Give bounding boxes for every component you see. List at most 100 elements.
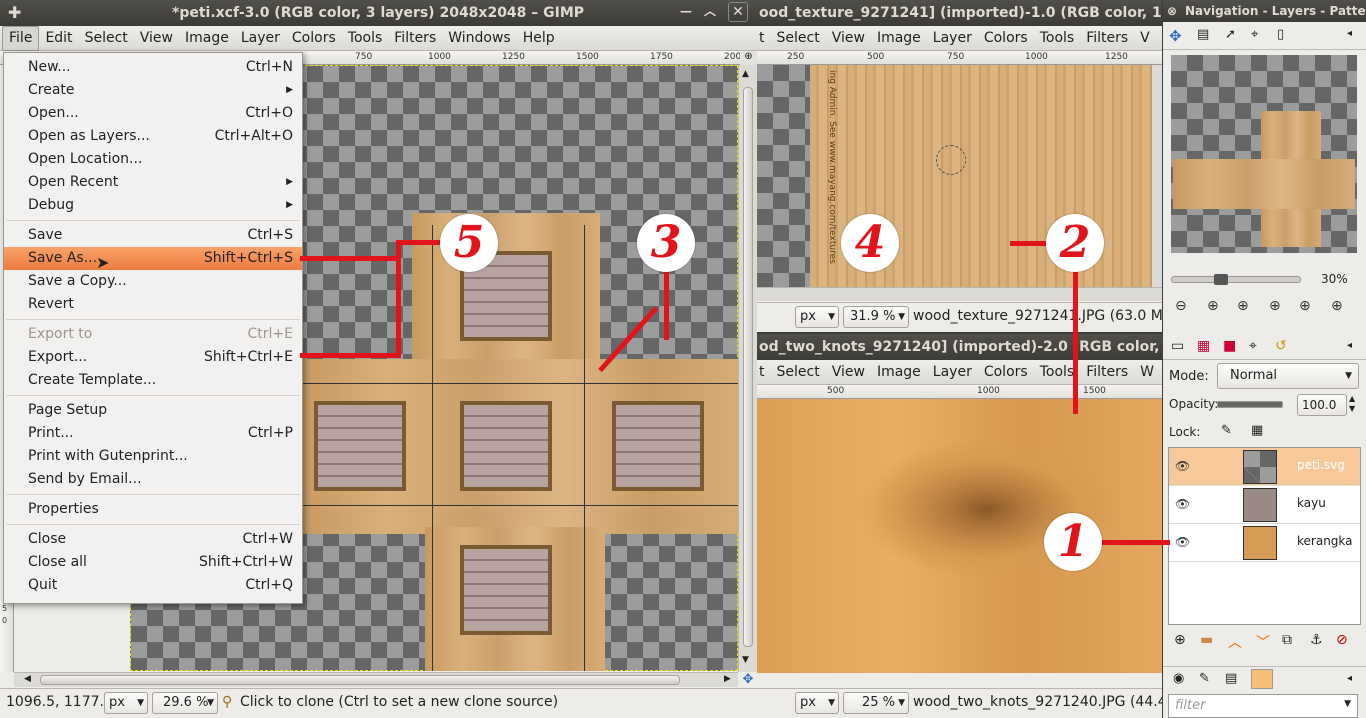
menu-file[interactable]: File — [2, 26, 40, 51]
horizontal-scrollbar[interactable]: ◀ ▶ — [14, 672, 738, 687]
menu-item-open-location[interactable]: Open Location... — [4, 148, 302, 171]
menu-layer[interactable]: Layer — [235, 26, 286, 51]
tab-menu-icon[interactable]: ◂ — [1347, 340, 1352, 351]
move-icon[interactable]: ✥ — [1169, 27, 1182, 45]
duplicate-layer-icon[interactable]: ⧉ — [1282, 632, 1292, 648]
layer-row[interactable]: 👁 peti.svg — [1169, 448, 1360, 486]
menu-item-save[interactable]: Save Ctrl+S — [4, 224, 302, 247]
layers-tab-icon[interactable]: ▭ — [1171, 338, 1184, 354]
delete-layer-icon[interactable]: ⊘ — [1336, 632, 1348, 648]
channels-tab-icon[interactable]: ▦ — [1197, 338, 1210, 354]
unit-select[interactable]: px ▼ — [795, 692, 839, 714]
nav-zoom-slider[interactable] — [1171, 274, 1301, 285]
vertical-scrollbar[interactable]: ▲ ▼ — [738, 65, 757, 672]
menu-colors[interactable]: Colors — [286, 26, 342, 51]
menu-item-print-gutenprint[interactable]: Print with Gutenprint... — [4, 445, 302, 468]
vertical-scrollbar[interactable] — [1152, 65, 1162, 287]
menu-item-create[interactable]: Create ▶ — [4, 79, 302, 102]
menu-windows-partial[interactable]: V — [1134, 26, 1156, 51]
gradients-tab-icon[interactable]: ▤ — [1225, 671, 1237, 686]
menu-item-open-as-layers[interactable]: Open as Layers... Ctrl+Alt+O — [4, 125, 302, 148]
new-layer-icon[interactable]: ⊕ — [1174, 632, 1186, 648]
zoom-in-icon[interactable]: ⊕ — [1207, 298, 1219, 314]
menu-filters[interactable]: Filters — [388, 26, 442, 51]
zoom-shrink-icon[interactable]: ⊕ — [1331, 298, 1343, 314]
menu-item-save-as[interactable]: Save As... Shift+Ctrl+S ➤ — [4, 247, 302, 272]
opacity-slider[interactable] — [1217, 401, 1283, 408]
patterns-tab-icon[interactable]: ⌖ — [1249, 338, 1257, 354]
menu-item-open-recent[interactable]: Open Recent ▶ — [4, 171, 302, 194]
menu-edit-partial[interactable]: t — [757, 26, 771, 51]
lock-alpha-icon[interactable]: ▦ — [1251, 423, 1263, 438]
navigate-icon[interactable]: ✥ — [739, 672, 757, 688]
unit-select[interactable]: px ▼ — [795, 306, 839, 328]
menu-view[interactable]: View — [826, 360, 871, 385]
patterns-tab-icon[interactable] — [1251, 669, 1273, 689]
dock-close-icon[interactable]: ⊗ — [1167, 0, 1177, 22]
menu-tools[interactable]: Tools — [1034, 26, 1081, 51]
menu-filters[interactable]: Filters — [1080, 26, 1134, 51]
layer-row[interactable]: 👁 kerangka — [1169, 524, 1360, 562]
menu-item-revert[interactable]: Revert — [4, 293, 302, 316]
menu-layer[interactable]: Layer — [927, 26, 978, 51]
menu-item-page-setup[interactable]: Page Setup — [4, 399, 302, 422]
menu-item-save-a-copy[interactable]: Save a Copy... — [4, 270, 302, 293]
opacity-spinner-icon[interactable]: ▲ ▼ — [1349, 394, 1355, 414]
zoom-fit-icon[interactable]: ⊕ — [1269, 298, 1281, 314]
menu-windows-partial[interactable]: W — [1134, 360, 1160, 385]
pointer-icon[interactable]: ➚ — [1225, 27, 1236, 42]
eye-icon[interactable]: 👁 — [1175, 497, 1191, 513]
menu-item-new[interactable]: New... Ctrl+N — [4, 56, 302, 79]
raise-layer-icon[interactable]: ︿ — [1228, 632, 1242, 652]
menu-item-open[interactable]: Open... Ctrl+O — [4, 102, 302, 125]
nav-zoom-slider-thumb[interactable] — [1214, 274, 1228, 285]
horizontal-scroll-thumb[interactable] — [40, 675, 680, 685]
paths-tab-icon[interactable]: ■ — [1223, 338, 1236, 354]
zoom-select[interactable]: 31.9 % ▼ — [843, 306, 909, 328]
eye-icon[interactable]: 👁 — [1175, 459, 1191, 475]
menu-item-close-all[interactable]: Close all Shift+Ctrl+W — [4, 551, 302, 574]
menu-select[interactable]: Select — [771, 360, 826, 385]
maximize-button[interactable]: ︿ — [700, 2, 720, 20]
menu-help[interactable]: Help — [517, 26, 561, 51]
opacity-input[interactable]: 100.0 — [1297, 394, 1347, 416]
menu-select[interactable]: Select — [79, 26, 134, 51]
zoom-select[interactable]: 25 % ▼ — [843, 692, 909, 714]
menu-item-export[interactable]: Export... Shift+Ctrl+E — [4, 346, 302, 369]
lock-pixels-icon[interactable]: ✎ — [1221, 423, 1232, 438]
eye-icon[interactable]: 👁 — [1175, 535, 1191, 551]
menu-image[interactable]: Image — [871, 26, 927, 51]
menu-item-close[interactable]: Close Ctrl+W — [4, 528, 302, 551]
nav-corner-icon[interactable]: ⊕ — [740, 51, 757, 65]
sample-points-icon[interactable]: ⌖ — [1251, 27, 1258, 42]
menu-image[interactable]: Image — [871, 360, 927, 385]
menu-item-properties[interactable]: Properties — [4, 498, 302, 521]
undo-tab-icon[interactable]: ↺ — [1275, 338, 1287, 354]
menu-windows[interactable]: Windows — [442, 26, 517, 51]
menu-view[interactable]: View — [134, 26, 179, 51]
zoom-select[interactable]: 29.6 % ▼ — [152, 692, 218, 714]
filter-input[interactable]: filter ▼ — [1168, 694, 1358, 718]
paint-dynamics-tab-icon[interactable]: ✎ — [1199, 671, 1210, 686]
menu-filters[interactable]: Filters — [1080, 360, 1134, 385]
tab-menu-icon[interactable]: ◂ — [1347, 673, 1352, 684]
zoom-fill-icon[interactable]: ⊕ — [1299, 298, 1311, 314]
layer-group-icon[interactable]: ▬ — [1200, 632, 1213, 648]
menu-select[interactable]: Select — [771, 26, 826, 51]
histogram-icon[interactable]: ▤ — [1197, 27, 1209, 42]
horizontal-scrollbar[interactable] — [757, 287, 1162, 301]
brushes-tab-icon[interactable]: ◉ — [1173, 671, 1184, 686]
anchor-layer-icon[interactable]: ⚓ — [1310, 632, 1323, 648]
unit-select[interactable]: px ▼ — [104, 692, 148, 714]
menu-image[interactable]: Image — [179, 26, 235, 51]
menu-edit[interactable]: Edit — [39, 26, 78, 51]
lower-layer-icon[interactable]: ﹀ — [1256, 632, 1270, 652]
tab-menu-icon[interactable]: ◂ — [1347, 28, 1352, 39]
vertical-scroll-thumb[interactable] — [743, 87, 753, 647]
menu-colors[interactable]: Colors — [978, 26, 1034, 51]
layer-row[interactable]: 👁 kayu — [1169, 486, 1360, 524]
minimize-button[interactable]: — — [676, 2, 696, 20]
menu-edit-partial[interactable]: t — [757, 360, 771, 385]
navigation-preview[interactable] — [1171, 55, 1357, 253]
mode-select[interactable]: Normal ▼ — [1217, 363, 1359, 389]
